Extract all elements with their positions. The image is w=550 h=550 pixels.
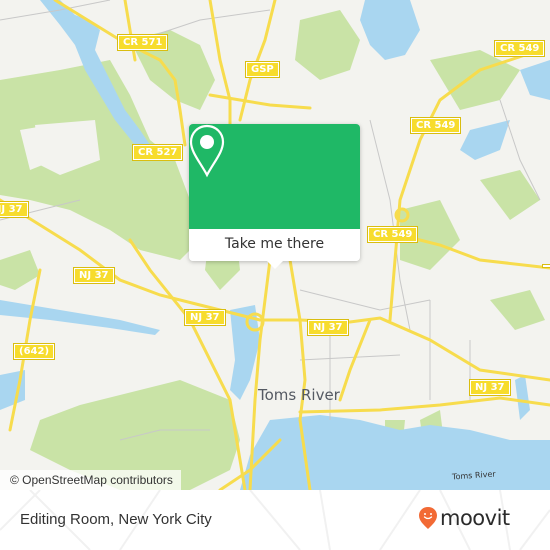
road-shield-nj37: NJ 37 <box>184 309 226 326</box>
lake <box>360 0 420 60</box>
footer-bar: Editing Room, New York City moovit <box>0 490 550 550</box>
city-label: Toms River <box>258 386 340 404</box>
lake <box>460 120 510 160</box>
road-shield-partial <box>542 264 550 268</box>
park-area <box>480 170 540 220</box>
popup-tail <box>267 261 283 269</box>
road <box>208 93 312 110</box>
popup-header <box>189 124 360 229</box>
road-shield-cr549: CR 549 <box>493 40 546 57</box>
place-title: Editing Room, New York City <box>20 511 212 528</box>
creek <box>515 375 530 420</box>
road-shield-cr549: CR 549 <box>409 117 462 134</box>
road-shield-nj37: NJ 37 <box>73 267 115 284</box>
map-pin-icon <box>189 124 225 178</box>
location-popup: Take me there <box>189 124 360 269</box>
minor-road <box>299 354 401 361</box>
lake <box>520 60 550 100</box>
park-area <box>430 50 520 110</box>
map-view[interactable]: CR 571 GSP CR 549 CR 527 CR 549 CR 549 N… <box>0 0 550 490</box>
road <box>123 0 137 62</box>
road-shield-nj37: NJ 37 <box>469 379 511 396</box>
moovit-smile-pin-icon <box>419 507 437 529</box>
moovit-logo[interactable]: moovit <box>418 506 510 530</box>
road-shield-gsp: GSP <box>245 61 280 78</box>
map-attribution[interactable]: © OpenStreetMap contributors <box>0 470 181 490</box>
park-area <box>0 250 40 290</box>
road-shield-cr571: CR 571 <box>116 34 169 51</box>
minor-road <box>299 289 431 311</box>
park-area <box>295 10 360 80</box>
road <box>208 0 232 142</box>
road-shield-nj37: NJ 37 <box>0 201 29 218</box>
road-shield-cr549: CR 549 <box>366 226 419 243</box>
park-area <box>490 290 545 330</box>
road-shield-nj37: NJ 37 <box>307 319 349 336</box>
take-me-there-button[interactable]: Take me there <box>189 229 360 261</box>
road-shield-642: (642) <box>12 343 56 360</box>
creek <box>0 300 160 335</box>
moovit-wordmark: moovit <box>440 506 510 530</box>
road-shield-cr527: CR 527 <box>131 144 184 161</box>
